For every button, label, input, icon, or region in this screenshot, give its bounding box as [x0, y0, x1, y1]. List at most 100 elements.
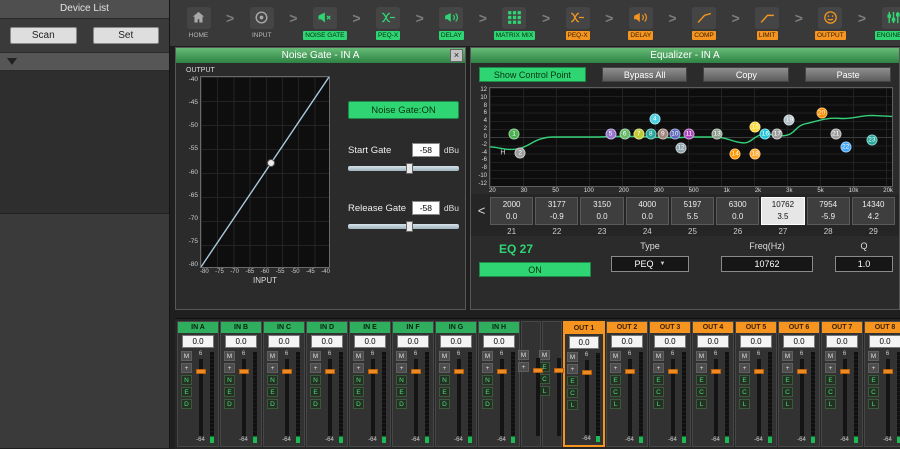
fader-track[interactable] — [757, 359, 761, 436]
channel-strip-out-2[interactable]: OUT 20.0M+ECL6-64 — [606, 321, 648, 447]
close-icon[interactable]: × — [450, 49, 463, 62]
channel-button-e[interactable]: E — [224, 387, 235, 397]
fader-handle[interactable] — [840, 369, 850, 374]
eq-point-2[interactable]: 2 — [515, 147, 526, 158]
channel-strip-master[interactable]: MECL — [542, 321, 562, 447]
fader-track[interactable] — [557, 358, 561, 436]
channel-button-plus[interactable]: + — [825, 363, 836, 373]
channel-button-m[interactable]: M — [610, 351, 621, 361]
channel-strip-out-3[interactable]: OUT 30.0M+ECL6-64 — [649, 321, 691, 447]
channel-button-l[interactable]: L — [868, 399, 879, 409]
eq-point-22[interactable]: 22 — [840, 141, 851, 152]
channel-gain-value[interactable]: 0.0 — [397, 335, 429, 348]
eq-point-18[interactable]: 18 — [750, 148, 761, 159]
fader-track[interactable] — [886, 359, 890, 436]
eq-plot[interactable]: H 124567891011121314151617181920212223 — [489, 87, 893, 187]
fader-track[interactable] — [843, 359, 847, 436]
channel-strip-in-h[interactable]: IN H0.0M+NED6-64 — [478, 321, 520, 447]
band-cell-21[interactable]: 20000.021 — [490, 197, 533, 236]
fader-track[interactable] — [585, 360, 589, 435]
channel-button-n[interactable]: N — [267, 375, 278, 385]
fader-track[interactable] — [242, 359, 246, 436]
channel-button-d[interactable]: D — [310, 399, 321, 409]
eq-point-9[interactable]: 9 — [657, 129, 668, 140]
eq-point-10[interactable]: 10 — [669, 129, 680, 140]
fader-track[interactable] — [536, 358, 540, 436]
channel-button-l[interactable]: L — [782, 399, 793, 409]
channel-button-plus[interactable]: + — [310, 363, 321, 373]
channel-strip-in-g[interactable]: IN G0.0M+NED6-64 — [435, 321, 477, 447]
channel-gain-value[interactable]: 0.0 — [354, 335, 386, 348]
channel-button-c[interactable]: C — [567, 388, 578, 398]
band-values[interactable]: 3177-0.9 — [535, 197, 578, 225]
channel-button-m[interactable]: M — [310, 351, 321, 361]
fader-track[interactable] — [457, 359, 461, 436]
channel-strip-in-d[interactable]: IN D0.0M+NED6-64 — [306, 321, 348, 447]
channel-button-plus[interactable]: + — [439, 363, 450, 373]
channel-button-m[interactable]: M — [396, 351, 407, 361]
channel-button-m[interactable]: M — [224, 351, 235, 361]
channel-strip-out-5[interactable]: OUT 50.0M+ECL6-64 — [735, 321, 777, 447]
channel-button-e[interactable]: E — [267, 387, 278, 397]
channel-button-plus[interactable]: + — [267, 363, 278, 373]
channel-button-e[interactable]: E — [696, 375, 707, 385]
eq-point-19[interactable]: 19 — [784, 115, 795, 126]
channel-button-e[interactable]: E — [396, 387, 407, 397]
channel-button-m[interactable]: M — [353, 351, 364, 361]
fader-track[interactable] — [671, 359, 675, 436]
band-cell-28[interactable]: 7954-5.928 — [807, 197, 850, 236]
toolbar-item-delay[interactable]: DELAY — [425, 7, 478, 40]
channel-button-n[interactable]: N — [310, 375, 321, 385]
band-cell-24[interactable]: 40000.024 — [626, 197, 669, 236]
channel-button-e[interactable]: E — [482, 387, 493, 397]
channel-button-n[interactable]: N — [181, 375, 192, 385]
channel-strip-out-7[interactable]: OUT 70.0M+ECL6-64 — [821, 321, 863, 447]
channel-button-e[interactable]: E — [567, 376, 578, 386]
channel-gain-value[interactable]: 0.0 — [268, 335, 300, 348]
band-values[interactable]: 20000.0 — [490, 197, 533, 225]
channel-strip-in-c[interactable]: IN C0.0M+NED6-64 — [263, 321, 305, 447]
channel-button-c[interactable]: C — [539, 374, 550, 384]
eq-point-17[interactable]: 17 — [772, 129, 783, 140]
channel-button-plus[interactable]: + — [696, 363, 707, 373]
channel-button-n[interactable]: N — [353, 375, 364, 385]
fader-track[interactable] — [500, 359, 504, 436]
channel-gain-value[interactable]: 0.0 — [654, 335, 686, 348]
set-button[interactable]: Set — [93, 27, 160, 44]
fader-handle[interactable] — [239, 369, 249, 374]
band-values[interactable]: 63000.0 — [716, 197, 759, 225]
eq-point-23[interactable]: 23 — [866, 134, 877, 145]
band-values[interactable]: 40000.0 — [626, 197, 669, 225]
channel-button-e[interactable]: E — [610, 375, 621, 385]
channel-strip-out-1[interactable]: OUT 10.0M+ECL6-64 — [563, 321, 605, 447]
toolbar-item-input[interactable]: INPUT — [235, 7, 288, 40]
eq-point-11[interactable]: 11 — [683, 129, 694, 140]
channel-button-m[interactable]: M — [696, 351, 707, 361]
channel-button-c[interactable]: C — [653, 387, 664, 397]
channel-button-l[interactable]: L — [567, 400, 578, 410]
channel-button-plus[interactable]: + — [739, 363, 750, 373]
fader-handle[interactable] — [533, 368, 543, 373]
channel-button-d[interactable]: D — [181, 399, 192, 409]
band-cell-22[interactable]: 3177-0.922 — [535, 197, 578, 236]
fader-handle[interactable] — [883, 369, 893, 374]
eq-point-12[interactable]: 12 — [675, 142, 686, 153]
channel-button-l[interactable]: L — [653, 399, 664, 409]
fader-track[interactable] — [199, 359, 203, 436]
channel-button-plus[interactable]: + — [868, 363, 879, 373]
eq-point-16[interactable]: 16 — [760, 129, 771, 140]
fader-track[interactable] — [800, 359, 804, 436]
channel-gain-value[interactable]: 0.0 — [740, 335, 772, 348]
eq-point-21[interactable]: 21 — [830, 129, 841, 140]
channel-button-m[interactable]: M — [181, 351, 192, 361]
band-cell-25[interactable]: 51975.525 — [671, 197, 714, 236]
channel-strip-in-a[interactable]: IN A0.0M+NED6-64 — [177, 321, 219, 447]
start-gate-slider-handle[interactable] — [406, 163, 413, 174]
fader-handle[interactable] — [582, 370, 592, 375]
channel-button-d[interactable]: D — [224, 399, 235, 409]
band-values[interactable]: 7954-5.9 — [807, 197, 850, 225]
fader-track[interactable] — [414, 359, 418, 436]
eq-point-8[interactable]: 8 — [645, 129, 656, 140]
channel-button-m[interactable]: M — [782, 351, 793, 361]
channel-button-plus[interactable]: + — [224, 363, 235, 373]
